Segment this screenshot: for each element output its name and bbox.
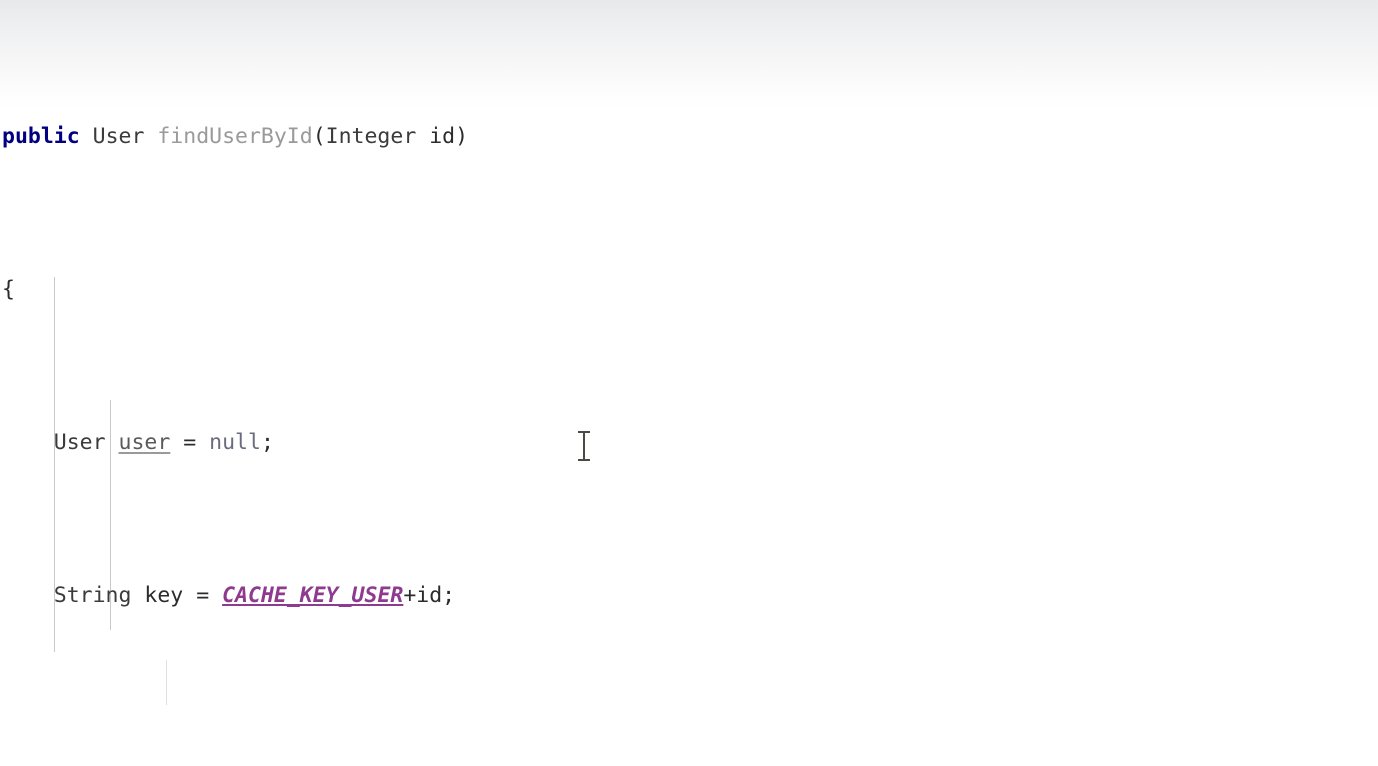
semicolon: ; bbox=[442, 583, 456, 609]
code-content[interactable]: public User findUserById(Integer id) { U… bbox=[0, 0, 1378, 766]
operator-plus: + bbox=[403, 583, 417, 609]
operator-assign: = bbox=[183, 430, 197, 456]
semicolon: ; bbox=[260, 430, 274, 456]
type-user: User bbox=[53, 430, 106, 456]
variable-user: user bbox=[118, 430, 171, 456]
variable-key: key bbox=[144, 583, 184, 609]
operator-assign: = bbox=[196, 583, 210, 609]
type-string: String bbox=[53, 583, 132, 609]
constant-cache-key-user: CACHE_KEY_USER bbox=[222, 583, 404, 609]
code-line-5-blank[interactable] bbox=[0, 734, 1378, 765]
keyword-public: public bbox=[2, 124, 80, 150]
param-id: id bbox=[429, 124, 456, 150]
literal-null: null bbox=[209, 430, 261, 456]
code-line-2[interactable]: { bbox=[0, 275, 1378, 306]
variable-id: id bbox=[416, 583, 443, 609]
code-line-3[interactable]: User user = null; bbox=[0, 428, 1378, 459]
code-editor-pane[interactable]: public User findUserById(Integer id) { U… bbox=[0, 0, 1378, 766]
paren-open: ( bbox=[312, 124, 326, 150]
method-name-finduserbyid: findUserById bbox=[157, 124, 313, 150]
brace-open-method: { bbox=[2, 277, 15, 303]
code-line-4[interactable]: String key = CACHE_KEY_USER+id; bbox=[0, 581, 1378, 612]
code-line-1[interactable]: public User findUserById(Integer id) bbox=[0, 122, 1378, 153]
type-integer: Integer bbox=[325, 124, 417, 150]
type-user: User bbox=[92, 124, 145, 150]
paren-close: ) bbox=[455, 124, 469, 150]
